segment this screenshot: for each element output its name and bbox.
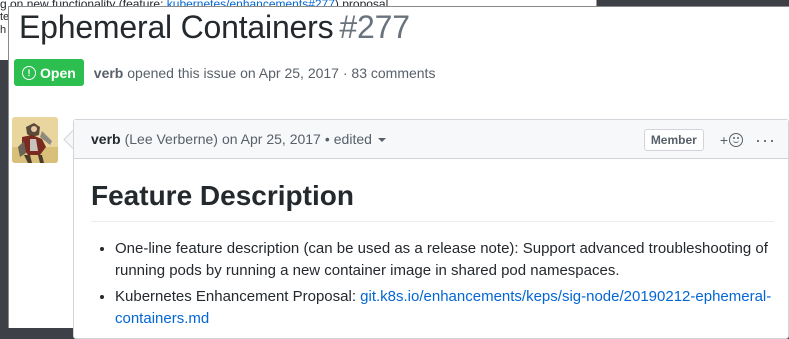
state-label: Open [40, 64, 76, 81]
comment-date-link[interactable]: on Apr 25, 2017 [222, 131, 321, 147]
comment-author-link[interactable]: verb [91, 131, 121, 147]
issue-opened-text: opened this issue on Apr 25, 2017 · 83 c… [127, 64, 436, 81]
body-heading: Feature Description [91, 160, 774, 222]
state-badge: ! Open [14, 59, 84, 86]
list-item: One-line feature description (can be use… [115, 238, 774, 282]
avatar-image [12, 117, 58, 163]
body-list: One-line feature description (can be use… [91, 238, 774, 330]
issue-meta: ! Open verb opened this issue on Apr 25,… [14, 59, 435, 86]
alert-circle-icon: ! [22, 65, 36, 80]
add-reaction-button[interactable]: + [719, 131, 744, 148]
background-fragment: h [0, 24, 7, 36]
list-item: Kubernetes Enhancement Proposal: git.k8s… [115, 286, 774, 330]
plus-label: + [719, 131, 729, 148]
edited-dropdown[interactable]: edited [334, 131, 386, 147]
member-badge: Member [643, 128, 704, 151]
chevron-down-icon [377, 138, 386, 142]
comment-separator: • [324, 131, 330, 147]
smiley-icon [729, 132, 744, 147]
edited-label: edited [333, 131, 372, 147]
comment-author-fullname: (Lee Verberne) [124, 131, 218, 147]
more-options-button[interactable]: ··· [755, 131, 776, 149]
avatar[interactable] [12, 117, 58, 163]
comment-actions: Member + ··· [643, 120, 776, 159]
issue-number: #277 [339, 9, 410, 45]
issue-author-link[interactable]: verb [94, 65, 124, 81]
issue-title-text: Ephemeral Containers [19, 9, 334, 45]
list-item-text: Kubernetes Enhancement Proposal: [115, 288, 361, 305]
issue-title: Ephemeral Containers #277 [19, 9, 410, 46]
comment: verb (Lee Verberne) on Apr 25, 2017 • ed… [73, 119, 789, 339]
comment-body: Feature Description One-line feature des… [91, 160, 774, 334]
issue-meta-text: verb opened this issue on Apr 25, 2017 ·… [94, 65, 436, 81]
comment-header: verb (Lee Verberne) on Apr 25, 2017 • ed… [74, 120, 788, 159]
list-item-text: One-line feature description (can be use… [115, 240, 768, 279]
issue-window: Ephemeral Containers #277 ! Open verb ope… [8, 6, 789, 339]
